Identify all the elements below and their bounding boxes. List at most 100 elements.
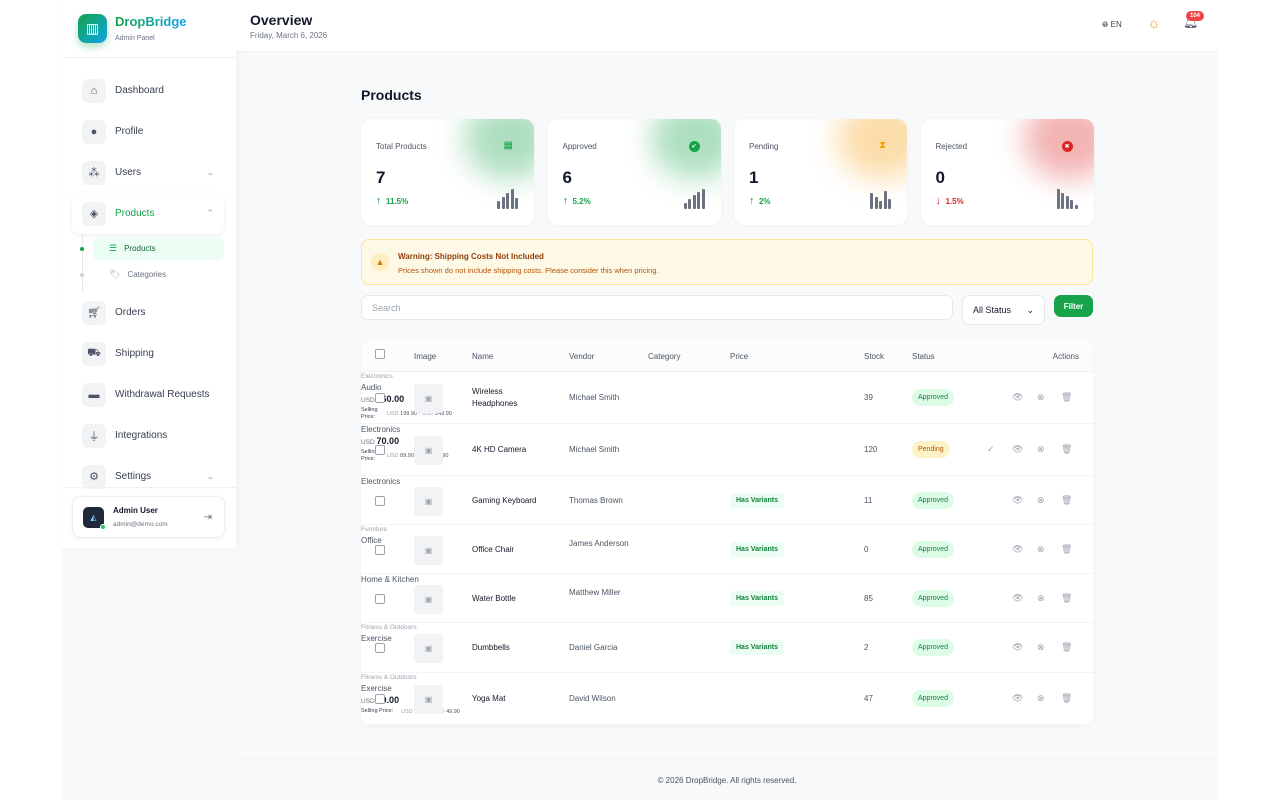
theme-toggle-sun-icon[interactable]: ☼ — [1147, 15, 1161, 32]
reject-icon[interactable]: ⊗ — [1037, 593, 1045, 604]
row-checkbox[interactable] — [375, 445, 385, 455]
mini-bar — [497, 201, 500, 209]
sidebar-item-withdrawal-requests[interactable]: ▬ Withdrawal Requests — [72, 374, 224, 415]
brand-subtitle: Admin Panel — [115, 35, 155, 42]
view-icon[interactable]: 👁︎ — [1012, 693, 1023, 704]
avatar: ◭ — [83, 506, 106, 530]
row-checkbox[interactable] — [375, 393, 385, 403]
vendor-name: James Anderson — [569, 538, 629, 548]
product-name[interactable]: 4K HD Camera — [472, 444, 542, 456]
product-name[interactable]: Yoga Mat — [472, 693, 542, 705]
truck-icon: ⛟ — [82, 341, 106, 366]
status-badge: Approved — [912, 589, 954, 607]
view-icon[interactable]: 👁︎ — [1012, 593, 1023, 604]
reject-icon[interactable]: ⊗ — [1037, 444, 1045, 455]
mini-bar — [688, 199, 691, 209]
select-all-checkbox[interactable] — [375, 349, 385, 359]
table-row: ▣ Gaming Keyboard Thomas Brown Electroni… — [361, 476, 1093, 525]
submenu-item-categories[interactable]: 🏷︎ Categories — [80, 263, 224, 286]
product-name[interactable]: Wireless Headphones — [472, 386, 542, 410]
sidebar-item-orders[interactable]: 🛒︎ Orders — [72, 292, 224, 333]
row-checkbox[interactable] — [375, 544, 385, 555]
view-icon[interactable]: 👁︎ — [1012, 495, 1023, 506]
sidebar-item-profile[interactable]: ● Profile — [72, 111, 224, 152]
table-row: ▣ Wireless Headphones Michael Smith Elec… — [361, 372, 1093, 424]
row-checkbox[interactable] — [375, 495, 385, 506]
sidebar-item-shipping[interactable]: ⛟ Shipping — [72, 333, 224, 374]
mini-bar — [506, 193, 509, 209]
delete-icon[interactable]: 🗑︎ — [1061, 444, 1072, 455]
language-switcher[interactable]: 🌐︎ EN — [1102, 20, 1122, 30]
image-placeholder-icon: ▣ — [414, 685, 443, 714]
product-name[interactable]: Dumbbells — [472, 642, 542, 654]
column-header-image: Image — [414, 352, 437, 361]
mini-bar-chart-icon — [870, 191, 891, 209]
reject-icon[interactable]: ⊗ — [1037, 495, 1045, 506]
sidebar-item-label: Products — [115, 208, 155, 219]
arrow-up-icon: ↑ — [562, 195, 569, 207]
reject-icon[interactable]: ⊗ — [1037, 693, 1045, 704]
delete-icon[interactable]: 🗑︎ — [1061, 642, 1072, 653]
view-icon[interactable]: 👁︎ — [1012, 544, 1023, 555]
search-input[interactable] — [361, 295, 953, 320]
stat-value: 7 — [376, 168, 386, 187]
submenu-item-products[interactable]: ☰ Products — [80, 237, 224, 260]
approve-icon[interactable]: ✓ — [987, 444, 995, 455]
status-select[interactable]: All Status ⌄ — [962, 295, 1045, 325]
column-header-category: Category — [648, 352, 681, 361]
sidebar-item-label: Profile — [115, 126, 144, 137]
table-row: ▣ 4K HD Camera Michael Smith Electronics… — [361, 424, 1093, 476]
sidebar-item-settings[interactable]: ⚙ Settings ⌄ — [72, 456, 224, 497]
divider — [62, 487, 236, 488]
delete-icon[interactable]: 🗑︎ — [1061, 392, 1072, 403]
logout-icon[interactable]: ⇥ — [204, 512, 212, 523]
row-checkbox[interactable] — [375, 643, 385, 653]
card-glow — [650, 119, 721, 179]
delete-icon[interactable]: 🗑︎ — [1061, 593, 1072, 604]
stock-value: 47 — [864, 694, 873, 703]
sidebar-item-label: Shipping — [115, 348, 154, 359]
table-row: ▣ Water Bottle Matthew Miller Home & Kit… — [361, 574, 1093, 623]
sidebar-item-integrations[interactable]: ⏚ Integrations — [72, 415, 224, 456]
status-badge: Approved — [912, 491, 954, 509]
reject-icon[interactable]: ⊗ — [1037, 642, 1045, 653]
mini-bar — [683, 203, 687, 209]
warning-title: Warning: Shipping Costs Not Included — [398, 252, 544, 261]
sidebar-item-label: Dashboard — [115, 85, 164, 96]
mini-bar — [1061, 193, 1064, 209]
reject-icon[interactable]: ⊗ — [1037, 544, 1045, 555]
delete-icon[interactable]: 🗑︎ — [1061, 495, 1072, 506]
vendor-name: David Wilson — [569, 694, 616, 703]
stock-value: 120 — [864, 445, 878, 454]
header-date: Friday, March 6, 2026 — [250, 31, 328, 40]
sidebar-item-products[interactable]: ◈ Products ⌃ — [72, 193, 224, 234]
parent-category: Furniture — [361, 526, 388, 533]
sidebar-item-dashboard[interactable]: ⌂ Dashboard — [72, 70, 224, 111]
status-select-value: All Status — [973, 305, 1012, 315]
reject-icon[interactable]: ⊗ — [1037, 392, 1045, 403]
user-card[interactable]: ◭ Admin User admin@demo.com ⇥ — [72, 496, 225, 538]
delete-icon[interactable]: 🗑︎ — [1061, 544, 1072, 555]
status-badge: Approved — [912, 540, 954, 558]
product-name[interactable]: Office Chair — [472, 544, 542, 556]
delete-icon[interactable]: 🗑︎ — [1061, 693, 1072, 704]
sidebar-item-label: Users — [115, 167, 142, 178]
vendor-name: Thomas Brown — [569, 495, 623, 505]
row-checkbox[interactable] — [375, 694, 385, 704]
product-name[interactable]: Water Bottle — [472, 593, 542, 605]
view-icon[interactable]: 👁︎ — [1012, 444, 1023, 455]
users-icon: ⁂ — [82, 160, 106, 185]
card-glow — [1023, 119, 1094, 179]
sidebar-item-users[interactable]: ⁂ Users ⌄ — [72, 152, 224, 193]
row-checkbox[interactable] — [375, 593, 385, 604]
view-icon[interactable]: 👁︎ — [1012, 392, 1023, 403]
column-header-name: Name — [472, 352, 494, 361]
sidebar-item-label: Integrations — [115, 430, 168, 441]
view-icon[interactable]: 👁︎ — [1012, 642, 1023, 653]
stock-value: 2 — [864, 643, 869, 652]
brand[interactable]: ▥ DropBridge Admin Panel — [62, 0, 236, 58]
filter-button[interactable]: Filter — [1054, 295, 1093, 317]
currency: USD — [361, 397, 375, 404]
stat-change: 2% — [758, 197, 771, 206]
product-name[interactable]: Gaming Keyboard — [472, 495, 542, 507]
